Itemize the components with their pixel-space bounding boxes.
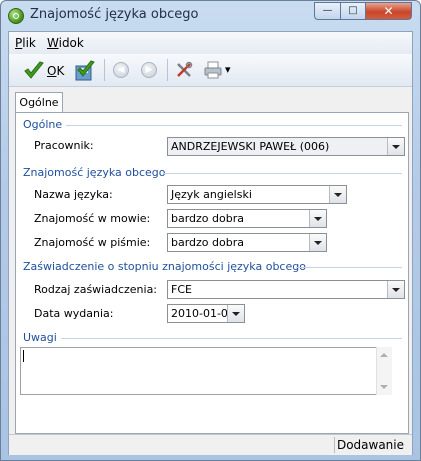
maximize-button[interactable]: □ [340,2,366,20]
language-name-combobox[interactable]: Język angielski [167,185,347,204]
group-title-general: Ogólne [23,118,63,131]
toolbar-separator [167,59,168,81]
writing-label: Znajomość w piśmie: [34,236,151,249]
speaking-value: bardzo dobra [171,212,244,225]
chevron-down-icon[interactable] [387,281,404,298]
previous-icon[interactable]: ◀ [113,62,129,78]
group-title-language: Znajomość języka obcego [23,166,166,179]
language-name-value: Język angielski [171,188,252,201]
save-and-new-icon[interactable] [73,59,95,81]
title-bar[interactable]: Znajomość języka obcego — □ ✕ [1,1,420,31]
speaking-combobox[interactable]: bardzo dobra [167,209,327,228]
issue-date-label: Data wydania: [34,307,114,320]
chevron-down-icon[interactable] [309,234,326,251]
toolbar: OK ◀ ▶ ▾ [9,54,412,87]
menu-view[interactable]: Widok [47,36,84,50]
chevron-down-icon[interactable] [227,305,244,322]
issue-date-picker[interactable]: 2010-01-05 [167,304,245,323]
certificate-type-label: Rodzaj zaświadczenia: [34,283,158,296]
writing-combobox[interactable]: bardzo dobra [167,233,327,252]
tools-icon[interactable] [175,61,195,81]
writing-value: bardzo dobra [171,236,244,249]
tab-panel-general: Ogólne Pracownik: ANDRZEJEWSKI PAWEŁ (00… [15,112,409,434]
ok-check-icon[interactable] [23,60,44,80]
chevron-down-icon[interactable] [387,138,404,155]
ok-label: K [56,64,65,78]
speaking-label: Znajomość w mowie: [34,212,151,225]
close-button[interactable]: ✕ [365,2,412,20]
employee-combobox[interactable]: ANDRZEJEWSKI PAWEŁ (006) [167,137,405,156]
language-name-label: Nazwa języka: [34,188,113,201]
next-icon[interactable]: ▶ [141,62,157,78]
chevron-down-icon[interactable] [329,186,346,203]
menu-file-label: lik [22,36,36,50]
group-divider [66,125,402,126]
app-icon [8,8,24,24]
employee-value: ANDRZEJEWSKI PAWEŁ (006) [171,140,330,153]
group-divider [296,267,402,268]
group-title-notes: Uwagi [23,331,57,344]
chevron-down-icon[interactable] [309,210,326,227]
print-icon[interactable] [203,61,223,81]
menu-file[interactable]: Plik [15,36,36,50]
ok-button[interactable]: OK [47,64,64,78]
certificate-type-combobox[interactable]: FCE [167,280,405,299]
toolbar-separator [104,59,105,81]
menu-view-label: idok [58,36,84,50]
notes-textarea[interactable] [20,347,392,395]
menu-bar: Plik Widok [9,32,412,54]
employee-label: Pracownik: [34,139,94,152]
status-bar: Dodawanie [9,434,412,455]
window-title: Znajomość języka obcego [30,7,199,22]
certificate-type-value: FCE [171,283,192,296]
group-divider [163,173,402,174]
scroll-up-icon[interactable] [380,353,388,357]
scroll-down-icon[interactable] [380,385,388,389]
minimize-button[interactable]: — [314,2,341,20]
dialog-window: Znajomość języka obcego — □ ✕ Plik Widok… [0,0,421,461]
tab-general[interactable]: Ogólne [15,92,63,113]
menu-view-accesskey: W [47,36,59,50]
status-separator [334,437,335,453]
text-caret [23,350,24,362]
status-mode: Dodawanie [336,438,404,452]
group-divider [61,338,402,339]
group-title-certificate: Zaświadczenie o stopniu znajomości język… [23,260,306,273]
print-dropdown-chevron-down-icon[interactable]: ▾ [225,63,231,76]
notes-scrollbar[interactable] [376,347,392,395]
issue-date-value: 2010-01-05 [171,307,235,320]
tab-strip: Ogólne [9,88,412,113]
dialog-body: Plik Widok OK ◀ ▶ ▾ Ogólne Ogólne Pracow… [8,31,413,455]
